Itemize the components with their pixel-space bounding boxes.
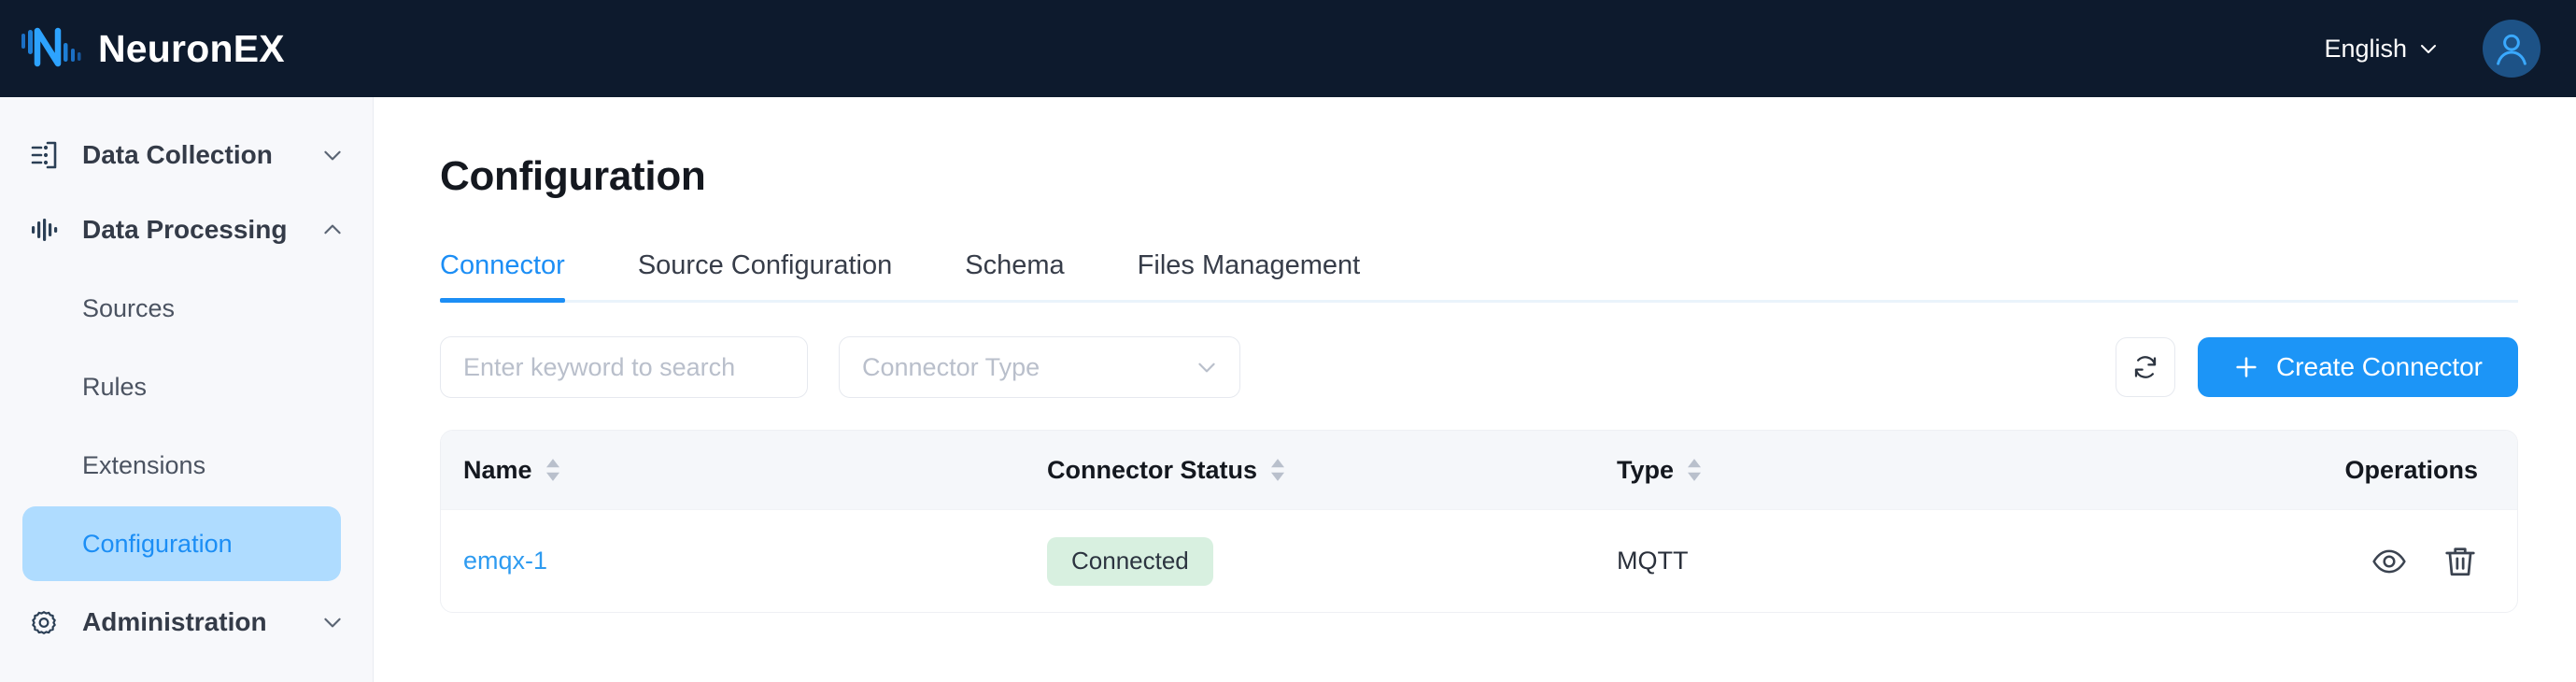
sidebar-item-administration[interactable]: Administration	[0, 585, 373, 660]
chevron-down-icon	[2421, 45, 2436, 53]
tab-source-configuration[interactable]: Source Configuration	[638, 250, 892, 300]
tab-bar: Connector Source Configuration Schema Fi…	[440, 250, 2518, 303]
status-badge: Connected	[1047, 536, 1213, 586]
language-label: English	[2324, 34, 2407, 63]
tab-schema[interactable]: Schema	[965, 250, 1064, 300]
sidebar-item-label: Data Processing	[82, 215, 288, 244]
toolbar: Connector Type	[440, 336, 2518, 398]
gear-icon	[26, 604, 62, 640]
tab-label: Connector	[440, 250, 565, 280]
column-header-name[interactable]: Name	[463, 456, 1047, 485]
user-avatar-icon	[2497, 34, 2526, 65]
cell-name: emqx-1	[463, 547, 1047, 575]
tab-files-management[interactable]: Files Management	[1138, 250, 1361, 300]
sort-arrows-icon	[545, 459, 559, 481]
sidebar-item-label: Rules	[82, 372, 148, 401]
create-connector-button[interactable]: Create Connector	[2197, 337, 2518, 397]
sidebar-item-extensions[interactable]: Extensions	[22, 428, 341, 503]
sort-arrows-icon	[1688, 459, 1702, 481]
brand[interactable]: NeuronEX	[21, 22, 285, 75]
column-header-type[interactable]: Type	[1617, 456, 2291, 485]
tab-label: Schema	[965, 250, 1065, 280]
chevron-down-icon	[324, 618, 341, 628]
column-header-label: Type	[1617, 455, 1675, 484]
data-collection-icon	[26, 137, 62, 173]
neuronex-logo-icon	[21, 27, 81, 67]
header-right: English	[2324, 20, 2541, 78]
plus-icon	[2236, 357, 2257, 377]
sidebar-item-label: Data Collection	[82, 140, 273, 169]
table-row: emqx-1 Connected MQTT	[441, 509, 2517, 612]
eye-icon[interactable]	[2371, 544, 2407, 579]
search-input[interactable]	[463, 352, 785, 382]
page-title: Configuration	[440, 153, 706, 199]
refresh-icon	[2134, 356, 2157, 378]
cell-type: MQTT	[1617, 547, 1689, 575]
sidebar-item-label: Configuration	[82, 529, 233, 558]
column-header-connector-status[interactable]: Connector Status	[1047, 456, 1617, 485]
search-input-wrapper[interactable]	[440, 336, 808, 398]
column-header-label: Name	[463, 455, 532, 484]
sidebar-item-label: Sources	[82, 293, 176, 322]
data-processing-icon	[26, 212, 62, 248]
brand-name: NeuronEX	[98, 26, 285, 70]
sidebar-item-rules[interactable]: Rules	[22, 349, 341, 424]
connector-table: Name Connector Status Type Operations em…	[440, 430, 2518, 613]
create-connector-label: Create Connector	[2275, 352, 2483, 381]
cell-operations	[2291, 544, 2478, 579]
sidebar-item-sources[interactable]: Sources	[22, 271, 341, 346]
sidebar-item-configuration[interactable]: Configuration	[22, 506, 341, 581]
toolbar-actions: Create Connector	[2115, 337, 2518, 397]
sidebar: Data Collection Data Processing Sources …	[0, 97, 374, 682]
sidebar-item-label: Extensions	[82, 450, 206, 479]
chevron-down-icon	[324, 150, 341, 161]
app-header: NeuronEX English	[0, 0, 2576, 97]
connector-type-select-label: Connector Type	[862, 352, 1040, 381]
tab-label: Files Management	[1137, 250, 1361, 280]
app-root: NeuronEX English Data Collection Data Pr…	[0, 0, 2576, 682]
table-header-row: Name Connector Status Type Operations	[441, 431, 2517, 509]
column-header-label: Operations	[2344, 455, 2478, 484]
language-selector[interactable]: English	[2324, 35, 2440, 64]
tab-connector[interactable]: Connector	[440, 250, 565, 303]
cell-connector-status: Connected	[1047, 536, 1617, 586]
connector-name-link[interactable]: emqx-1	[463, 547, 547, 575]
column-header-label: Connector Status	[1047, 455, 1258, 484]
sort-arrows-icon	[1271, 459, 1285, 481]
app-body: Data Collection Data Processing Sources …	[0, 97, 2576, 682]
main-content: Configuration Connector Source Configura…	[374, 97, 2576, 682]
column-header-operations: Operations	[2291, 456, 2478, 485]
connector-type-select[interactable]: Connector Type	[839, 336, 1240, 398]
sidebar-item-data-collection[interactable]: Data Collection	[0, 118, 373, 192]
avatar[interactable]	[2483, 20, 2541, 78]
chevron-down-icon	[1198, 362, 1215, 373]
trash-icon[interactable]	[2442, 544, 2478, 579]
sidebar-item-data-processing[interactable]: Data Processing	[0, 192, 373, 267]
tab-label: Source Configuration	[637, 250, 893, 280]
chevron-up-icon	[324, 224, 341, 234]
sidebar-item-label: Administration	[82, 607, 267, 636]
refresh-button[interactable]	[2115, 337, 2175, 397]
